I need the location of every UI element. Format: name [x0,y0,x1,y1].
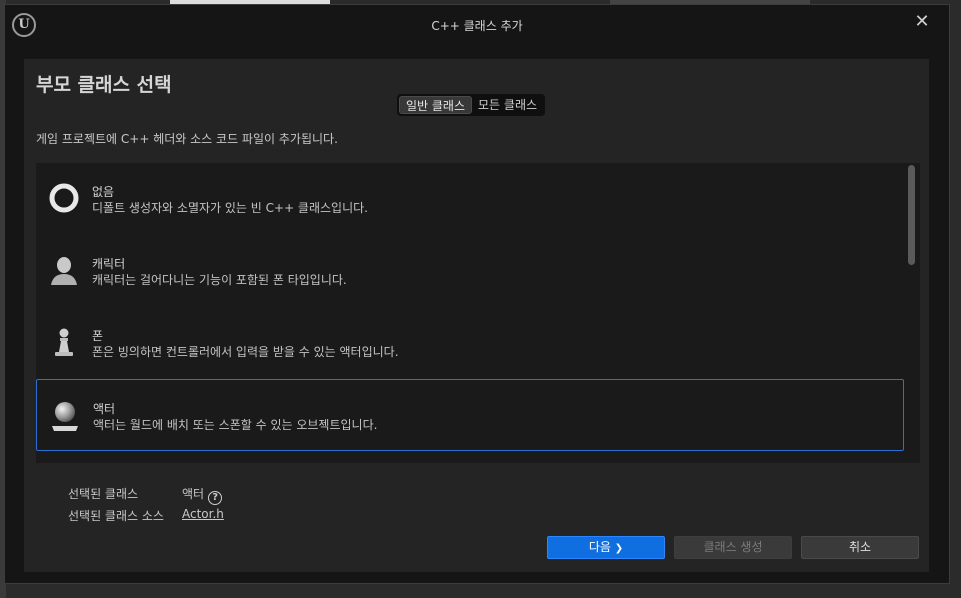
class-item-description: 캐릭터는 걸어다니는 기능이 포함된 폰 타입입니다. [92,273,347,287]
selected-class-name: 액터 [182,487,205,501]
next-button-label: 다음 [588,540,611,554]
selected-class-source-link[interactable]: Actor.h [182,507,224,521]
pawn-icon [55,328,73,356]
selected-class-source-label: 선택된 클래스 소스 [68,509,164,523]
tab-all-classes[interactable]: 모든 클래스 [472,96,543,114]
window-title: C++ 클래스 추가 [431,19,523,33]
ring-icon [49,183,79,213]
class-filter-tabs: 일반 클래스 모든 클래스 [397,94,546,116]
class-item-actor[interactable]: 액터 액터는 월드에 배치 또는 스폰할 수 있는 오브젝트입니다. [36,379,904,451]
class-item-name: 없음 [92,185,115,199]
selected-class-label: 선택된 클래스 [68,487,139,501]
next-button[interactable]: 다음 ❯ [547,536,665,559]
cancel-button[interactable]: 취소 [801,536,919,559]
class-item-name: 액터 [93,402,116,416]
class-list: 없음 디폴트 생성자와 소멸자가 있는 빈 C++ 클래스입니다. 캐릭터 캐릭… [36,163,920,463]
class-item-description: 폰은 빙의하면 컨트롤러에서 입력을 받을 수 있는 액터입니다. [92,345,399,359]
class-list-scrollbar[interactable] [906,165,916,461]
class-item-character[interactable]: 캐릭터 캐릭터는 걸어다니는 기능이 포함된 폰 타입입니다. [36,235,904,307]
close-icon[interactable]: ✕ [911,11,933,33]
class-item-none[interactable]: 없음 디폴트 생성자와 소멸자가 있는 빈 C++ 클래스입니다. [36,163,904,235]
class-item-name: 캐릭터 [92,257,126,271]
class-item-description: 액터는 월드에 배치 또는 스폰할 수 있는 오브젝트입니다. [93,418,378,432]
create-class-button[interactable]: 클래스 생성 [674,536,792,559]
selected-class-value: 액터? [182,485,223,505]
title-bar[interactable]: U C++ 클래스 추가 ✕ [5,5,949,45]
actor-sphere-icon [52,402,78,431]
character-icon [51,257,77,285]
class-item-pawn[interactable]: 폰 폰은 빙의하면 컨트롤러에서 입력을 받을 수 있는 액터입니다. [36,307,904,379]
class-item-description: 디폴트 생성자와 소멸자가 있는 빈 C++ 클래스입니다. [92,201,368,215]
help-icon[interactable]: ? [208,491,223,505]
scrollbar-thumb[interactable] [908,165,915,265]
add-cpp-class-dialog: U C++ 클래스 추가 ✕ 부모 클래스 선택 일반 클래스 모든 클래스 게… [4,4,950,584]
page-title: 부모 클래스 선택 [36,74,172,96]
panel-description: 게임 프로젝트에 C++ 헤더와 소스 코드 파일이 추가됩니다. [36,132,338,146]
parent-class-panel: 부모 클래스 선택 일반 클래스 모든 클래스 게임 프로젝트에 C++ 헤더와… [24,59,929,572]
class-item-name: 폰 [92,329,104,343]
chevron-right-icon: ❯ [614,543,624,554]
tab-common-classes[interactable]: 일반 클래스 [399,96,473,114]
